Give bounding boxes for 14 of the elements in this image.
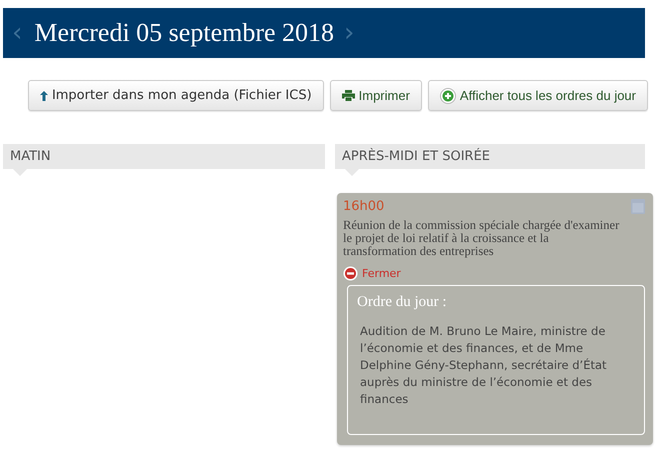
plus-circle-icon — [440, 88, 456, 104]
event-title: Réunion de la commission spéciale chargée d'examiner le projet de loi relatif à la croissance et la transformation des entreprises — [343, 219, 620, 258]
minus-circle-icon — [343, 266, 358, 281]
column-heading: APRÈS-MIDI ET SOIRÉE — [335, 144, 645, 169]
upload-button[interactable]: Importer dans mon agenda (Fichier ICS) — [28, 80, 324, 111]
event-time: 16h00 — [343, 199, 384, 214]
expand-button[interactable]: Afficher tous les ordres du jour — [428, 80, 648, 111]
column-heading: MATIN — [3, 144, 325, 169]
printer-icon — [342, 90, 355, 101]
print-button[interactable]: Imprimer — [330, 80, 422, 111]
agenda-title: Ordre du jour : — [357, 294, 448, 311]
agenda-text: Audition de M. Bruno Le Maire, ministre de l’économie et des finances, et de Mme Delphine Gény-Stephann, secrétaire d’État auprès du ministre de l’économie et des finances — [360, 323, 608, 408]
upload-arrow-icon — [40, 90, 48, 100]
date-title: Mercredi 05 septembre 2018 — [34, 18, 334, 48]
